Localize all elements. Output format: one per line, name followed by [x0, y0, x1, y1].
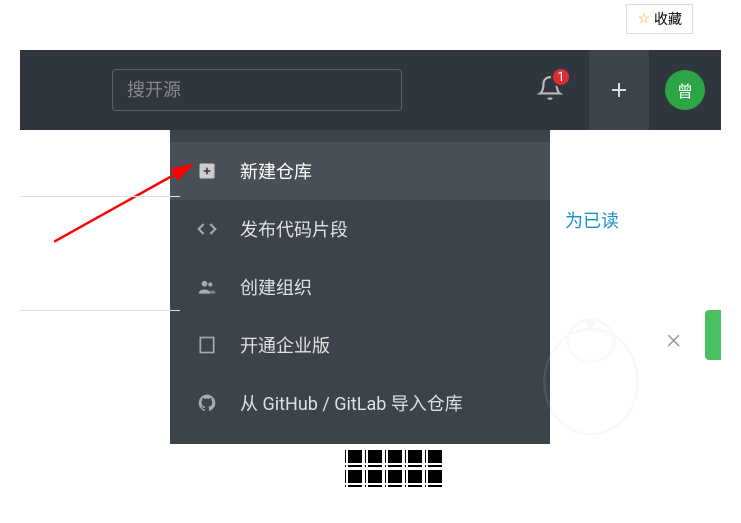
menu-label: 从 GitHub / GitLab 导入仓库 [240, 390, 463, 416]
create-button[interactable] [589, 50, 649, 130]
avatar-initial: 曾 [677, 78, 693, 102]
plus-square-icon [196, 160, 218, 182]
mark-read-link[interactable]: 为已读 [565, 207, 619, 233]
plus-icon [607, 78, 631, 102]
code-icon [196, 218, 218, 240]
notification-button[interactable]: 1 [537, 75, 563, 105]
divider [20, 310, 180, 311]
menu-create-org[interactable]: 创建组织 [170, 258, 550, 316]
github-icon [196, 392, 218, 414]
star-icon: ☆ [637, 11, 650, 27]
menu-label: 创建组织 [240, 274, 312, 300]
create-dropdown: 新建仓库 发布代码片段 创建组织 开通企业版 从 GitHub / GitLab… [170, 130, 550, 444]
side-indicator [705, 310, 721, 360]
close-icon[interactable]: × [666, 322, 681, 355]
avatar[interactable]: 曾 [665, 70, 705, 110]
building-icon [196, 334, 218, 356]
favorite-button[interactable]: ☆ 收藏 [626, 4, 693, 34]
menu-label: 新建仓库 [240, 158, 312, 184]
notification-badge: 1 [551, 67, 571, 87]
users-icon [196, 276, 218, 298]
menu-enterprise[interactable]: 开通企业版 [170, 316, 550, 374]
divider [20, 196, 180, 197]
qr-code [342, 450, 442, 490]
menu-import-github[interactable]: 从 GitHub / GitLab 导入仓库 [170, 374, 550, 432]
top-bar: 1 曾 [20, 50, 721, 130]
menu-label: 发布代码片段 [240, 216, 348, 242]
menu-code-snippet[interactable]: 发布代码片段 [170, 200, 550, 258]
search-input[interactable] [112, 69, 402, 111]
menu-label: 开通企业版 [240, 332, 330, 358]
favorite-label: 收藏 [654, 9, 682, 29]
menu-new-repo[interactable]: 新建仓库 [170, 142, 550, 200]
decorative-graphic [531, 300, 651, 440]
